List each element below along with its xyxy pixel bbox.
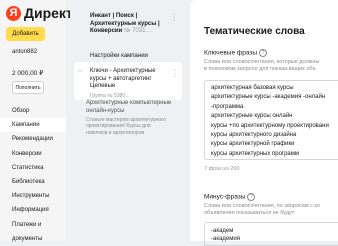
help-icon[interactable]: ?	[247, 193, 256, 201]
sidebar-item-overview[interactable]: Обзор	[0, 104, 66, 118]
keyword-line: архитектурные курсы онлайн	[211, 113, 293, 120]
campaign-id: № 7031…	[123, 28, 152, 34]
topup-button[interactable]: Пополнить	[12, 81, 44, 94]
sidebar-item-statistics[interactable]: Статистика	[0, 161, 66, 175]
keyword-line: курсы +по архитектурному проектировани	[211, 122, 329, 129]
keyword-line: курсы архитектурной графики	[211, 141, 295, 148]
keywords-panel: Тематические слова Ключевые фразы? Слова…	[190, 0, 338, 246]
keyword-line: архитектурные курсы -академия -онлайн	[211, 94, 326, 101]
campaign-settings-link[interactable]: Настройки кампании	[90, 53, 148, 59]
sidebar-nav: Обзор Кампании Рекомендации Конверсии Ст…	[0, 104, 66, 242]
keywords-label: Ключевые фразы?	[204, 49, 268, 57]
keywords-description: Слова или словосочетания, которые должны…	[204, 59, 338, 74]
minus-desc-line: Слова или словосочетания, по запросам с …	[204, 203, 320, 209]
minus-label: Минус-фразы?	[204, 193, 256, 201]
ad-group-title: Ключи - Архитектурные курсы + автотаргет…	[90, 68, 156, 89]
add-button[interactable]: Добавить	[6, 27, 45, 41]
sidebar-item-tools[interactable]: Инструменты	[0, 189, 66, 203]
campaign-title[interactable]: Инкант | Поиск | Архитектурные курсы | К…	[90, 13, 174, 36]
ad-text: Станьте мастером архитектурного проектир…	[86, 117, 166, 136]
minus-word-line: -академ	[211, 228, 234, 234]
minus-label-text: Минус-фразы	[204, 193, 246, 201]
ad-group-card[interactable]: ⌵ Ключи - Архитектурные курсы + автотарг…	[74, 62, 182, 100]
yandex-logo-icon: Я	[6, 5, 21, 21]
minus-desc-line: объявления показываться не будут	[204, 210, 295, 217]
chevron-down-icon[interactable]: ⌵	[78, 68, 83, 75]
panel-title: Тематические слова	[204, 26, 305, 37]
campaign-more-icon[interactable]: · · ·	[172, 11, 176, 24]
sidebar-item-information[interactable]: Информация	[0, 203, 66, 217]
ad-group-more-icon[interactable]: · · ·	[173, 67, 177, 80]
keywords-counter: 7 фраз из 200	[204, 166, 240, 172]
sidebar-item-campaigns[interactable]: Кампании	[0, 118, 66, 133]
account-name[interactable]: anton882	[12, 49, 37, 55]
keywords-desc-line: в поисковом запросе для показа ваших объ	[204, 66, 316, 73]
minus-description: Слова или словосочетания, по запросам с …	[204, 203, 338, 218]
minus-word-line: -академия	[211, 236, 240, 242]
campaign-tree: Инкант | Поиск | Архитектурные курсы | К…	[70, 0, 184, 241]
keyword-line: архитектурная базовая курсы	[211, 85, 294, 91]
sidebar-item-recommendations[interactable]: Рекомендации	[0, 132, 66, 146]
ad-title: Архитектурные компьютерные онлайн-курсы	[86, 100, 172, 114]
keyword-line: курсы архитектурных программ	[211, 150, 300, 157]
sidebar-item-payments[interactable]: Платежи и документы	[0, 218, 66, 242]
keywords-label-text: Ключевые фразы	[204, 49, 258, 57]
minus-words-textarea[interactable]: -академ -академия	[204, 222, 338, 246]
sidebar-item-conversions[interactable]: Конверсии	[0, 147, 66, 161]
logo-text: Директ	[24, 5, 73, 21]
keywords-desc-line: Слова или словосочетания, которые должны	[204, 59, 320, 65]
ad-item[interactable]: Архитектурные компьютерные онлайн-курсы …	[86, 100, 172, 136]
keywords-textarea[interactable]: архитектурная базовая курсы архитектурны…	[204, 80, 338, 160]
ad-group-id: Группа № 5380…	[90, 93, 131, 99]
direct-logo[interactable]: Я Директ	[6, 5, 73, 21]
sidebar-item-library[interactable]: Библиотека	[0, 175, 66, 189]
account-balance: 2 000,00 ₽	[12, 70, 44, 77]
keyword-line: -программа	[211, 103, 244, 110]
help-icon[interactable]: ?	[259, 49, 268, 57]
keyword-line: курсы архитектурного дизайна	[211, 132, 297, 139]
sidebar: Я Директ Добавить anton882 2 000,00 ₽ По…	[0, 0, 73, 242]
